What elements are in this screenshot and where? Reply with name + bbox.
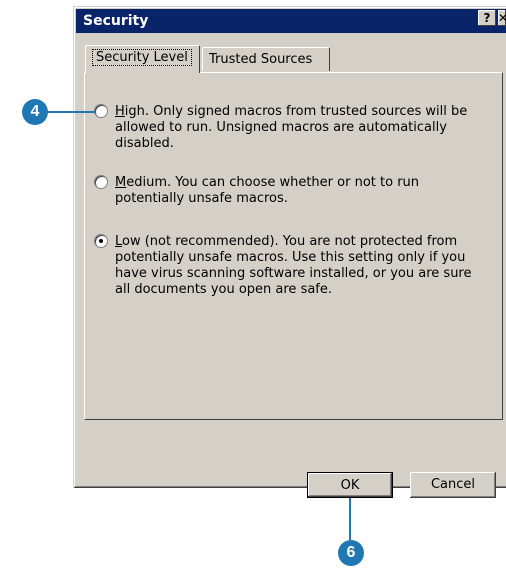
callout-6: 6 <box>338 540 364 566</box>
cancel-button[interactable]: Cancel <box>410 472 496 498</box>
radio-medium[interactable] <box>94 175 108 189</box>
close-button[interactable]: ✕ <box>498 10 506 26</box>
mnemonic: M <box>115 175 127 190</box>
tab-label: Trusted Sources <box>209 52 313 67</box>
radio-high[interactable] <box>94 104 108 118</box>
callout-4: 4 <box>22 99 48 125</box>
radio-selected-dot <box>99 239 103 243</box>
question-icon: ? <box>483 11 491 25</box>
dialog-title: Security <box>83 13 149 29</box>
callout-leader-6 <box>349 498 351 540</box>
dialog-titlebar[interactable]: Security <box>76 9 506 33</box>
tab-security-level[interactable]: Security Level <box>85 45 200 73</box>
option-label: igh. Only signed macros from trusted sou… <box>115 104 468 151</box>
mnemonic: L <box>115 234 123 249</box>
ok-button[interactable]: OK <box>307 472 393 498</box>
mnemonic: H <box>115 104 125 119</box>
option-label: ow (not recommended). You are not protec… <box>115 234 472 297</box>
tab-label: Security Level <box>96 50 188 65</box>
close-icon: ✕ <box>498 11 506 25</box>
radio-low[interactable] <box>94 234 108 248</box>
option-label: edium. You can choose whether or not to … <box>115 175 420 206</box>
help-button[interactable]: ? <box>478 10 496 26</box>
tab-trusted-sources[interactable]: Trusted Sources <box>202 47 330 71</box>
